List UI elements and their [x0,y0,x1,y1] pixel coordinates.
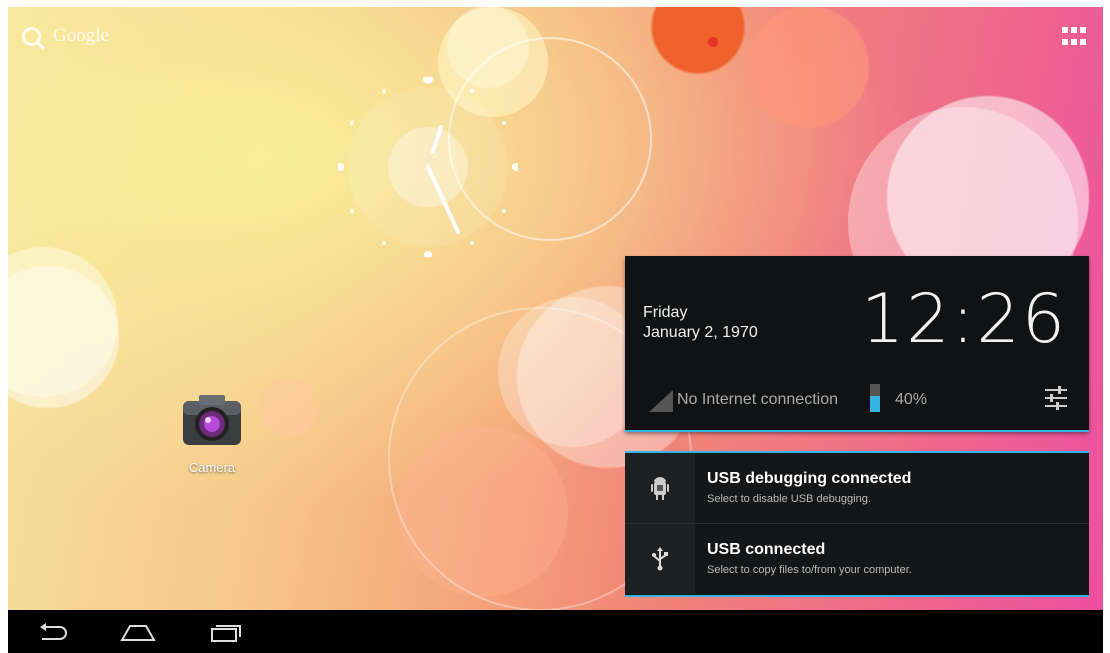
network-status: No Internet connection [677,391,838,408]
camera-label: Camera [188,460,236,475]
camera-app-shortcut[interactable]: Camera [172,391,252,475]
home-icon [120,625,156,641]
all-apps-icon[interactable] [1062,27,1086,47]
search-icon [22,26,41,46]
back-icon [40,623,67,640]
notification-header-panel: Friday January 2, 1970 12:26 No Internet… [625,256,1089,432]
signal-icon [649,390,673,412]
back-button[interactable] [33,618,73,646]
notification-subtitle: Select to copy files to/from your comput… [707,564,912,576]
notification-usb-connected[interactable]: USB connected Select to copy files to/fr… [625,524,1089,594]
notification-subtitle: Select to disable USB debugging. [707,493,871,505]
usb-icon [625,524,695,594]
search-label: Google [53,25,109,46]
notification-list: USB debugging connected Select to disabl… [625,451,1089,597]
wallpaper-bubble [8,247,118,397]
battery-icon [870,384,880,412]
notification-title: USB debugging connected [707,470,912,487]
battery-percentage: 40% [895,391,928,408]
notification-usb-debugging[interactable]: USB debugging connected Select to disabl… [625,453,1089,524]
wallpaper-bubble [258,377,318,437]
wallpaper-bubble [708,37,718,47]
analog-clock-widget[interactable] [338,77,518,257]
recent-apps-button[interactable] [205,618,245,646]
home-button[interactable] [118,618,158,646]
google-search-bar[interactable]: Google [22,25,109,47]
navigation-bar [8,610,1103,653]
day-of-week: Friday [643,304,688,321]
recent-apps-icon [211,625,241,642]
camera-icon [183,395,241,445]
digital-clock: 12:26 [861,280,1067,359]
notification-title: USB connected [707,541,826,558]
android-debug-icon [625,453,695,523]
quick-settings-icon[interactable] [1043,384,1069,412]
date-text: January 2, 1970 [643,324,758,341]
